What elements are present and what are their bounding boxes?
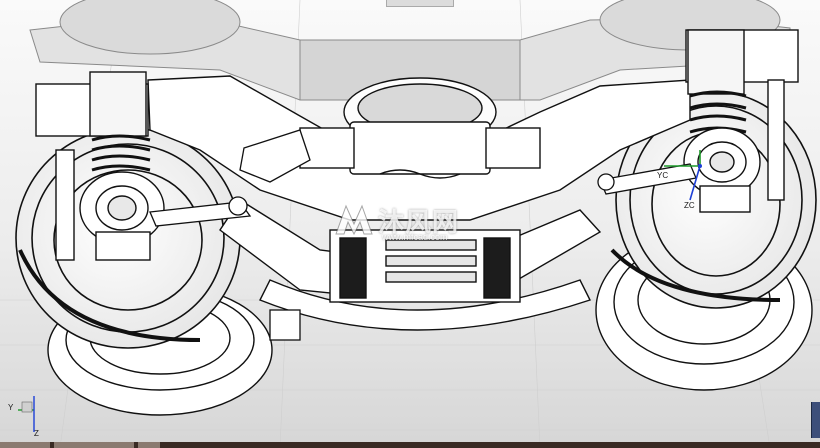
top-toolbar-handle[interactable] (386, 0, 454, 7)
yc-axis-label: YC (657, 171, 669, 180)
bogie-3d-model[interactable] (0, 0, 820, 448)
bottom-bar (0, 442, 820, 448)
bottom-tab[interactable] (0, 442, 50, 448)
right-scroll-handle[interactable] (811, 402, 820, 438)
z-axis-label: Z (34, 429, 39, 438)
cad-viewport[interactable]: YC ZC Y Z 沐风网 www.mfcad.com (0, 0, 820, 448)
bottom-tab[interactable] (54, 442, 134, 448)
y-axis-label: Y (8, 403, 14, 412)
zc-axis-label: ZC (684, 201, 695, 210)
corner-triad (18, 396, 35, 432)
bottom-tab[interactable] (138, 442, 160, 448)
